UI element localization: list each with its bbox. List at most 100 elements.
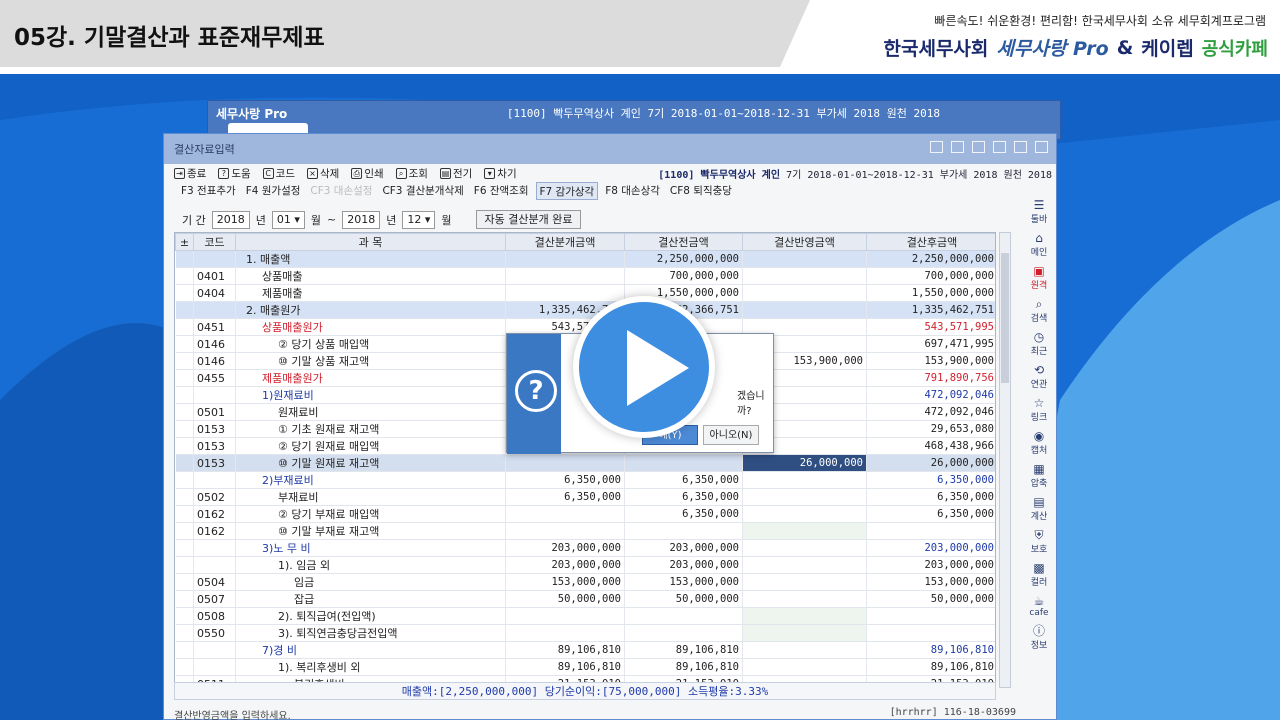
toolbar-button-6[interactable]: ▤ 전기 <box>439 166 472 181</box>
toolbar-button-2[interactable]: C 코드 <box>262 166 295 181</box>
sidebar-item-13[interactable]: ⓘ 정보 <box>1031 624 1048 651</box>
table-row[interactable]: 2)부재료비 6,350,000 6,350,000 6,350,000 <box>175 471 995 489</box>
table-row[interactable]: 0153 ⑩ 기말 원재료 재고액 26,000,000 26,000,000 <box>175 454 995 472</box>
fkey-0[interactable]: F3 전표추가 <box>178 182 239 200</box>
sidebar-item-1[interactable]: ⌂ 메인 <box>1031 231 1048 258</box>
table-row[interactable]: 0162 ⑩ 기말 부재료 재고액 <box>175 522 995 540</box>
table-row[interactable]: 7)경 비 89,106,810 89,106,810 89,106,810 <box>175 641 995 659</box>
minimize-icon[interactable] <box>993 141 1006 153</box>
start-month-select[interactable]: 01 ▾ <box>271 210 305 229</box>
table-row[interactable]: 0502 부재료비 6,350,000 6,350,000 6,350,000 <box>175 488 995 506</box>
auto-closing-button[interactable]: 자동 결산분개 완료 <box>475 210 582 229</box>
amount-input-cell[interactable] <box>742 250 867 268</box>
sidebar-item-5[interactable]: ⟲ 연관 <box>1031 363 1048 390</box>
window-icon-2[interactable] <box>951 141 964 153</box>
window-icon-3[interactable] <box>972 141 985 153</box>
toolbar-label: 도움 <box>231 167 251 180</box>
sidebar-item-4[interactable]: ◷ 최근 <box>1031 330 1048 357</box>
grid-scrollbar[interactable] <box>999 232 1011 688</box>
sidebar-item-7[interactable]: ◉ 캡처 <box>1031 429 1048 456</box>
amount-input-cell[interactable] <box>742 488 867 506</box>
column-header[interactable]: 과 목 <box>235 233 506 251</box>
start-year[interactable]: 2018 <box>211 210 250 229</box>
amount-input-cell[interactable] <box>742 284 867 302</box>
fkey-1[interactable]: F4 원가설정 <box>243 182 304 200</box>
toolbar-button-1[interactable]: ? 도움 <box>218 166 251 181</box>
fkey-6[interactable]: F8 대손상각 <box>602 182 663 200</box>
scrollbar-thumb[interactable] <box>1001 253 1009 383</box>
row-before-amount <box>624 522 743 540</box>
row-account-name: 제품매출 <box>235 284 506 302</box>
amount-input-cell[interactable] <box>742 471 867 489</box>
sidebar-item-12[interactable]: ☕ cafe <box>1029 594 1048 618</box>
row-after-amount: 89,106,810 <box>866 658 995 676</box>
fkey-4[interactable]: F6 잔액조회 <box>471 182 532 200</box>
amount-input-cell[interactable] <box>742 590 867 608</box>
amount-input-cell[interactable]: 26,000,000 <box>742 454 867 472</box>
toolbar-button-4[interactable]: ⎙ 인쇄 <box>351 166 384 181</box>
table-row[interactable]: 3)노 무 비 203,000,000 203,000,000 203,000,000 <box>175 539 995 557</box>
amount-input-cell[interactable] <box>742 505 867 523</box>
row-entry-amount <box>505 522 625 540</box>
table-row[interactable]: 1. 매출액 2,250,000,000 2,250,000,000 <box>175 250 995 268</box>
sidebar-label: cafe <box>1029 608 1049 618</box>
table-row[interactable]: 0508 2). 퇴직급여(전입액) <box>175 607 995 625</box>
table-row[interactable]: 2. 매출원가 1,335,462,751 1,182,366,751 1,335,4… <box>175 301 995 319</box>
amount-input-cell[interactable] <box>742 607 867 625</box>
row-account-name: 1). 임금 외 <box>235 556 506 574</box>
toolbar-button-0[interactable]: ⇥ 종료 <box>174 166 206 181</box>
table-row[interactable]: 0504 임금 153,000,000 153,000,000 153,000,000 <box>175 573 995 591</box>
column-header[interactable]: 코드 <box>193 233 236 251</box>
fkey-7[interactable]: CF8 퇴직충당 <box>667 182 735 200</box>
table-row[interactable]: 0550 3). 퇴직연금충당금전입액 <box>175 624 995 642</box>
table-row[interactable]: 1). 복리후생비 외 89,106,810 89,106,810 89,106,81… <box>175 658 995 676</box>
row-before-amount <box>624 454 743 472</box>
table-row[interactable]: 0507 잡급 50,000,000 50,000,000 50,000,000 <box>175 590 995 608</box>
window-icon-1[interactable] <box>930 141 943 153</box>
sidebar-item-9[interactable]: ▤ 계산 <box>1031 495 1048 522</box>
row-after-amount: 700,000,000 <box>866 267 995 285</box>
sidebar-item-3[interactable]: ⌕ 검색 <box>1031 297 1048 324</box>
fkey-3[interactable]: CF3 결산분개삭제 <box>379 182 466 200</box>
sidebar-item-0[interactable]: ☰ 툴바 <box>1031 198 1048 225</box>
fkey-2[interactable]: CF3 대손설정 <box>307 182 375 200</box>
column-header[interactable]: 결산후금액 <box>866 233 995 251</box>
amount-input-cell[interactable] <box>742 624 867 642</box>
sidebar-item-11[interactable]: ▩ 컬러 <box>1031 561 1048 588</box>
amount-input-cell[interactable] <box>742 267 867 285</box>
sidebar-label: 컬러 <box>1030 578 1048 588</box>
amount-input-cell[interactable] <box>742 641 867 659</box>
amount-input-cell[interactable] <box>742 658 867 676</box>
toolbar-button-7[interactable]: ▾ 차기 <box>484 166 517 181</box>
fkey-5[interactable]: F7 감가상각 <box>535 182 599 200</box>
sidebar-item-8[interactable]: ▦ 압축 <box>1031 462 1048 489</box>
column-header[interactable]: ± <box>175 233 194 251</box>
amount-input-cell[interactable] <box>742 539 867 557</box>
toolbar-label: 삭제 <box>319 167 340 180</box>
table-row[interactable]: 0401 상품매출 700,000,000 700,000,000 <box>175 267 995 285</box>
sidebar-item-6[interactable]: ☆ 링크 <box>1031 396 1048 423</box>
toolbar-button-5[interactable]: ⌕ 조회 <box>395 166 428 181</box>
dialog-no-button[interactable]: 아니오(N) <box>703 425 759 445</box>
end-month-select[interactable]: 12 ▾ <box>402 210 436 229</box>
column-header[interactable]: 결산분개금액 <box>505 233 625 251</box>
table-row[interactable]: 0404 제품매출 1,550,000,000 1,550,000,000 <box>175 284 995 302</box>
row-after-amount: 153,000,000 <box>866 573 995 591</box>
end-year[interactable]: 2018 <box>342 210 381 229</box>
column-header[interactable]: 결산전금액 <box>624 233 743 251</box>
toolbar-button-3[interactable]: × 삭제 <box>306 166 340 181</box>
play-button[interactable] <box>573 296 715 438</box>
maximize-icon[interactable] <box>1014 141 1027 153</box>
table-row[interactable]: 0162 ② 당기 부재료 매입액 6,350,000 6,350,000 <box>175 505 995 523</box>
sidebar-item-2[interactable]: ▣ 원격 <box>1031 264 1048 291</box>
table-row[interactable]: 1). 임금 외 203,000,000 203,000,000 203,000,00… <box>175 556 995 574</box>
amount-input-cell[interactable] <box>742 556 867 574</box>
sidebar-item-10[interactable]: ⛨ 보호 <box>1031 528 1048 555</box>
column-header[interactable]: 결산반영금액 <box>742 233 867 251</box>
amount-input-cell[interactable] <box>742 522 867 540</box>
close-icon[interactable] <box>1035 141 1048 153</box>
amount-input-cell[interactable] <box>742 301 867 319</box>
amount-input-cell[interactable] <box>742 573 867 591</box>
row-entry-amount: 203,000,000 <box>505 556 625 574</box>
row-toggle <box>175 607 194 625</box>
